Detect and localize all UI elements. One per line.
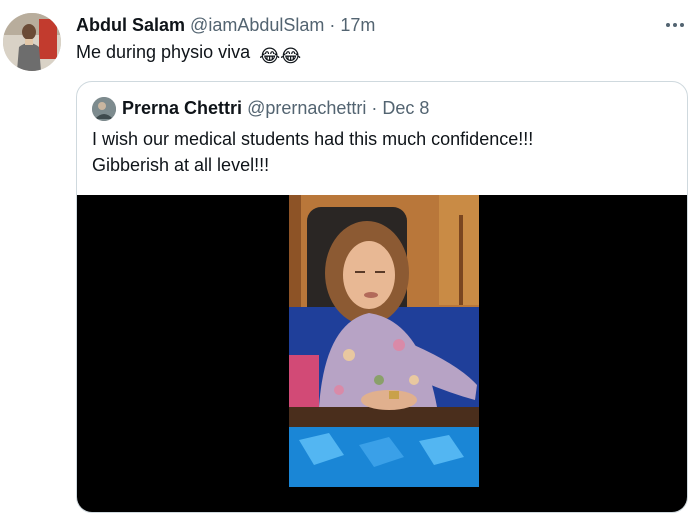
quoted-avatar-photo (92, 97, 116, 121)
video-frame (289, 195, 479, 487)
more-horizontal-icon (666, 23, 684, 27)
quoted-tweet[interactable]: Prerna Chettri @prernachettri · Dec 8 I … (76, 81, 688, 513)
author-avatar[interactable] (3, 13, 61, 71)
quoted-author-avatar[interactable] (92, 97, 116, 121)
quoted-text-line-2: Gibberish at all level!!! (92, 155, 270, 175)
quoted-separator: · (371, 98, 378, 118)
tweet-timestamp[interactable]: 17m (340, 15, 375, 35)
author-name[interactable]: Abdul Salam (76, 15, 185, 35)
tweet-text-body: Me during physio viva (76, 42, 251, 62)
separator: · (329, 15, 336, 35)
laughing-tears-emoji: 😂😂 (259, 46, 302, 66)
more-options-button[interactable] (662, 12, 688, 38)
quoted-text-line-1: I wish our medical students had this muc… (92, 129, 534, 149)
quoted-tweet-header: Prerna Chettri @prernachettri · Dec 8 (122, 98, 429, 119)
tweet-header: Abdul Salam @iamAbdulSlam · 17m (76, 15, 375, 36)
quoted-author-handle[interactable]: @prernachettri (247, 98, 366, 118)
video-player[interactable] (289, 195, 479, 487)
quoted-tweet-text: I wish our medical students had this muc… (92, 126, 533, 178)
quoted-media[interactable] (77, 195, 687, 512)
quoted-author-name[interactable]: Prerna Chettri (122, 98, 242, 118)
tweet-text: Me during physio viva 😂😂 (76, 42, 301, 67)
author-handle[interactable]: @iamAbdulSlam (190, 15, 324, 35)
avatar-photo (3, 13, 61, 71)
quoted-tweet-date[interactable]: Dec 8 (382, 98, 429, 118)
